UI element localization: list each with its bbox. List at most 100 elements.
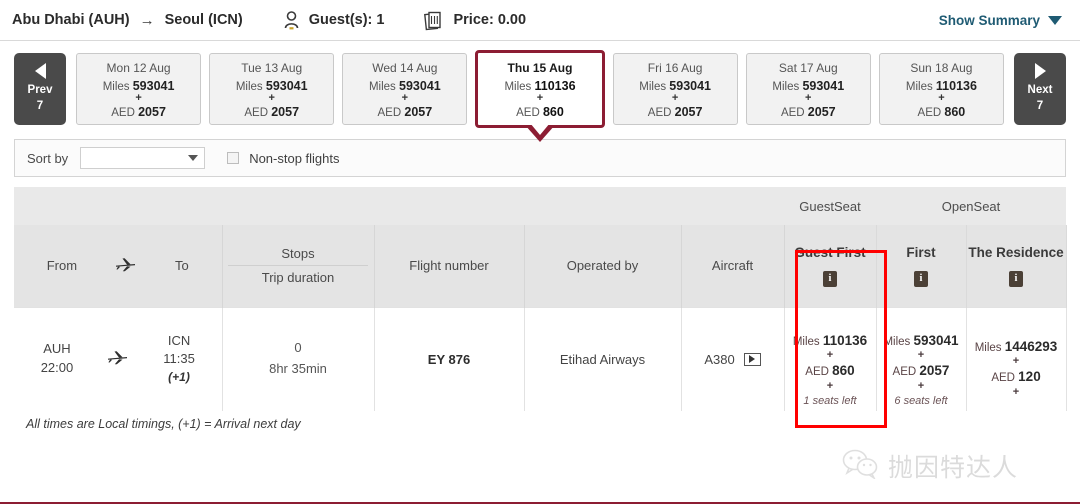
airplane-icon: [115, 257, 137, 275]
from-time: 22:00: [40, 360, 74, 376]
info-icon[interactable]: i: [914, 270, 928, 287]
date-tile-aed: AED 860: [917, 104, 966, 119]
route-summary: Abu Dhabi (AUH) → Seoul (ICN): [12, 12, 243, 29]
date-tile-plus: +: [938, 92, 945, 105]
fare-radio-button[interactable]: [822, 311, 838, 327]
seat-group-row: GuestSeat OpenSeat: [14, 187, 1067, 225]
chevron-left-icon: [34, 63, 46, 80]
col-header-from: From: [46, 258, 78, 274]
date-tile-plus: +: [135, 92, 142, 105]
fare-cell-first[interactable]: Miles 593041 + AED 2057 + 6 seats left: [876, 306, 967, 411]
table-header-row: From To Stops Trip duration Flight numbe…: [14, 225, 1067, 307]
stops-value: 0: [294, 340, 302, 356]
fare-plus: +: [826, 349, 834, 362]
col-header-stops-duration: Stops Trip duration: [222, 225, 375, 307]
nonstop-checkbox[interactable]: [227, 152, 240, 164]
date-tile-date: Wed 14 Aug: [372, 61, 438, 76]
next-day-indicator: (+1): [168, 370, 190, 385]
fare-cell-guest-first[interactable]: Miles 110136 + AED 860 + 1 seats left: [784, 306, 877, 411]
next-week-button[interactable]: Next 7: [1014, 53, 1066, 125]
times-footnote: All times are Local timings, (+1) = Arri…: [26, 416, 301, 431]
col-header-the-residence: The Residence i: [966, 225, 1067, 307]
date-tile-selected[interactable]: Thu 15 Aug Miles 110136 + AED 860: [475, 50, 605, 142]
date-tile-date: Mon 12 Aug: [106, 61, 171, 76]
fare-miles: Miles 110136: [792, 332, 868, 348]
col-header-first: First i: [876, 225, 967, 307]
person-icon: [283, 10, 300, 30]
fare-plus: +: [826, 380, 834, 393]
date-tile-miles: Miles 110136: [504, 79, 576, 94]
guests-summary: Guest(s): 1: [283, 10, 384, 30]
date-tile-aed: AED 2057: [647, 104, 703, 119]
cell-aircraft: A380: [681, 306, 785, 411]
destination-label: Seoul (ICN): [164, 12, 243, 28]
date-tile[interactable]: Sun 18 Aug Miles 110136 + AED 860: [878, 53, 1004, 125]
date-tile-aed: AED 2057: [377, 104, 433, 119]
flight-results-table: GuestSeat OpenSeat From To Stops Trip du…: [14, 187, 1067, 411]
watermark: 抛因特达人: [842, 448, 1018, 484]
prev-week-button[interactable]: Prev 7: [14, 53, 66, 125]
sort-by-select[interactable]: [80, 147, 206, 169]
seat-group-openseat: OpenSeat: [876, 187, 1067, 225]
cell-from-to: AUH 22:00 ICN 11:35 (+1): [14, 306, 223, 411]
date-tile-miles: Miles 593041: [102, 79, 175, 94]
date-tile[interactable]: Mon 12 Aug Miles 593041 + AED 2057: [76, 53, 202, 125]
itinerary-header: Abu Dhabi (AUH) → Seoul (ICN) Guest(s): …: [0, 0, 1080, 41]
nonstop-label: Non-stop flights: [249, 150, 340, 166]
fare-amount: AED 860: [805, 363, 855, 379]
info-icon[interactable]: i: [1009, 270, 1023, 287]
col-header-trip-duration: Trip duration: [261, 270, 335, 286]
fare-radio-button[interactable]: [913, 311, 929, 327]
info-icon[interactable]: i: [823, 270, 837, 287]
route-arrow-icon: →: [139, 11, 155, 29]
col-header-guest-first: Guest First i: [784, 225, 877, 307]
aircraft-value: A380: [704, 351, 735, 367]
date-selector-strip: Prev 7 Mon 12 Aug Miles 593041 + AED 205…: [0, 41, 1080, 142]
play-button-icon[interactable]: [743, 352, 761, 366]
date-tile-list: Mon 12 Aug Miles 593041 + AED 2057 Tue 1…: [76, 50, 1004, 142]
fare-column-title: First: [906, 244, 936, 260]
origin-label: Abu Dhabi (AUH): [12, 12, 130, 28]
date-tile-miles: Miles 110136: [905, 79, 977, 94]
airplane-icon: [107, 350, 129, 368]
date-tile-plus: +: [805, 92, 812, 105]
chevron-right-icon: [1034, 63, 1046, 80]
next-label: Next: [1027, 84, 1053, 97]
fare-plus: +: [1012, 355, 1020, 368]
to-airport-code: ICN: [167, 332, 191, 348]
duration-value: 8hr 35min: [269, 361, 327, 377]
fare-miles: Miles 1446293: [974, 338, 1058, 354]
flight-results-page: Abu Dhabi (AUH) → Seoul (ICN) Guest(s): …: [0, 0, 1080, 504]
date-tile-date: Sun 18 Aug: [910, 61, 973, 76]
to-time: 11:35: [163, 351, 195, 367]
date-tile-aed: AED 860: [516, 104, 564, 119]
flight-number-value: EY 876: [427, 351, 471, 367]
from-airport-code: AUH: [43, 341, 71, 357]
col-header-flight-number: Flight number: [374, 225, 525, 307]
date-tile-miles: Miles 593041: [772, 79, 845, 94]
col-header-operated-by: Operated by: [524, 225, 682, 307]
chevron-down-icon: [1048, 15, 1062, 25]
price-summary: Price: 0.00: [424, 10, 526, 31]
date-tile[interactable]: Wed 14 Aug Miles 593041 + AED 2057: [342, 53, 468, 125]
fare-plus: +: [1012, 386, 1020, 399]
date-tile[interactable]: Sat 17 Aug Miles 593041 + AED 2057: [745, 53, 871, 125]
fare-radio-button[interactable]: [1008, 317, 1024, 333]
price-label: Price: 0.00: [453, 12, 527, 28]
prev-label: Prev: [27, 84, 53, 97]
seats-left: 1 seats left: [803, 394, 857, 407]
fare-miles: Miles 593041: [883, 332, 959, 348]
chevron-down-icon: [188, 155, 199, 161]
col-header-stops: Stops: [281, 246, 315, 262]
show-summary-label: Show Summary: [938, 12, 1040, 28]
fare-cell-the-residence[interactable]: Miles 1446293 + AED 120 +: [966, 306, 1067, 411]
show-summary-button[interactable]: Show Summary: [939, 13, 1068, 28]
date-tile[interactable]: Fri 16 Aug Miles 593041 + AED 2057: [612, 53, 738, 125]
cell-stops-duration: 0 8hr 35min: [222, 306, 375, 411]
date-tile-miles: Miles 593041: [235, 79, 308, 94]
table-row[interactable]: AUH 22:00 ICN 11:35 (+1) 0 8hr 35min EY …: [14, 306, 1067, 411]
wechat-icon: [842, 449, 878, 484]
date-tile[interactable]: Tue 13 Aug Miles 593041 + AED 2057: [209, 53, 335, 125]
results-wrapper: GuestSeat OpenSeat From To Stops Trip du…: [0, 177, 1080, 431]
prev-count: 7: [36, 100, 44, 112]
